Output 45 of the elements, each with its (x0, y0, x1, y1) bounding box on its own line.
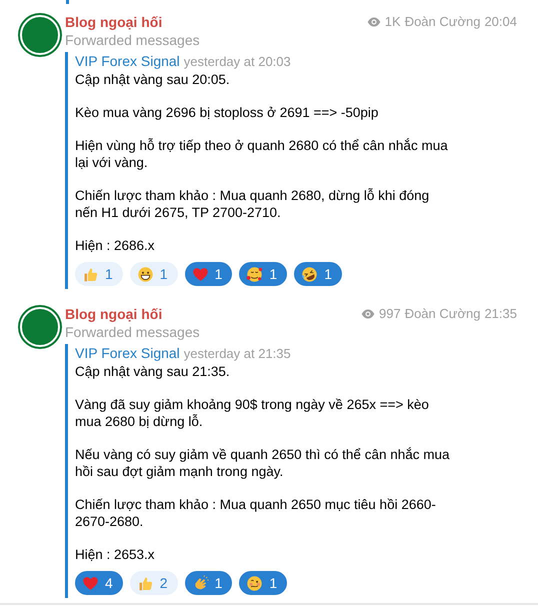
forwarded-label: Forwarded messages (65, 31, 201, 49)
heart-icon (82, 574, 99, 592)
message-paragraph: Chiến lược tham khảo : Mua quanh 2680, dừng lỗ khi đóng nến H1 dưới 2675, TP 2700-2710. (75, 187, 430, 221)
message-paragraph: Cập nhật vàng sau 20:05. (75, 71, 231, 88)
thumbs-up-icon (82, 266, 99, 282)
message-paragraph: Nếu vàng có suy giảm về quanh 2650 thì có thể cân nhắc mua hồi sau đợt giảm mạnh trong ngày. (75, 446, 450, 480)
reaction-button[interactable]: 1 (130, 262, 178, 286)
message-time: 20:04 (484, 13, 517, 32)
channel-name[interactable]: Blog ngoại hối (65, 12, 162, 32)
message-paragraph: Cập nhật vàng sau 21:35. (75, 363, 231, 380)
view-count: 1K (384, 13, 401, 32)
reaction-button[interactable]: 1 (75, 262, 123, 286)
message-paragraph: Hiện vùng hỗ trợ tiếp theo ở quanh 2680 có thể cân nhắc mua lại với vàng. (75, 137, 449, 171)
source-channel-link[interactable]: VIP Forex Signal (75, 52, 180, 70)
forwarded-label: Forwarded messages (65, 323, 201, 341)
views-icon (360, 307, 375, 321)
channel-avatar (20, 307, 60, 347)
message-time: 21:35 (484, 305, 517, 324)
reaction-button[interactable]: 1 (239, 571, 288, 595)
message-paragraph: Hiện : 2686.x (75, 237, 156, 254)
message-paragraph: Kèo mua vàng 2696 bị stoploss ở 2691 ==> -50pip (75, 104, 380, 121)
woozy-face-icon (246, 574, 264, 592)
author-name: Đoàn Cường (404, 305, 480, 324)
grinning-face-icon (136, 266, 154, 282)
reaction-button[interactable]: 4 (75, 571, 123, 595)
heart-icon (192, 266, 209, 282)
message-paragraph: Chiến lược tham khảo : Mua quanh 2650 mục tiêu hồi 2660-2670-2680. (75, 496, 437, 530)
message-paragraph: Hiện : 2653.x (75, 546, 156, 563)
forward-date: yesterday at 20:03 (184, 53, 291, 71)
forward-date: yesterday at 21:35 (184, 345, 291, 363)
views-icon (366, 15, 381, 29)
view-count: 997 (378, 305, 401, 324)
channel-name[interactable]: Blog ngoại hối (65, 304, 162, 324)
channel-avatar (20, 15, 60, 55)
reaction-button[interactable]: 1 (184, 571, 232, 595)
thumbs-up-icon (136, 574, 154, 592)
reaction-button[interactable]: 1 (294, 262, 342, 286)
reaction-button[interactable]: 2 (130, 571, 178, 595)
author-name: Đoàn Cường (404, 13, 480, 32)
source-channel-link[interactable]: VIP Forex Signal (75, 344, 180, 362)
reaction-button[interactable]: 1 (184, 262, 232, 286)
laughing-face-icon (301, 266, 318, 282)
reaction-button[interactable]: 1 (239, 262, 288, 286)
message-paragraph: Vàng đã suy giảm khoảng 90$ trong ngày về 265x ==> kèo mua 2680 bị dừng lỗ. (75, 396, 430, 430)
face-with-hearts-icon (246, 266, 264, 282)
